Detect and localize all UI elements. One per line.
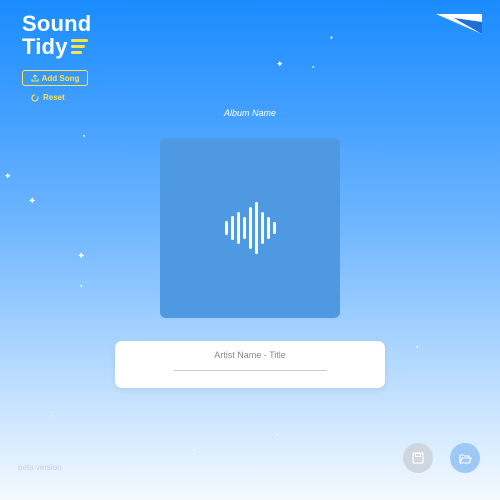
logo-bars-icon: [70, 39, 88, 57]
sparkle-decoration: ✦: [4, 171, 12, 181]
app-logo: Sound Tidy: [22, 12, 91, 58]
reset-icon: [31, 93, 39, 102]
album-cover[interactable]: [160, 138, 340, 318]
save-icon: [412, 452, 424, 464]
sparkle-decoration: ✦: [77, 251, 86, 262]
open-folder-button[interactable]: [450, 443, 480, 473]
album-name[interactable]: Album Name: [0, 108, 500, 118]
version-label: beta version: [18, 463, 62, 472]
sparkle-decoration: ●: [51, 413, 54, 418]
sparkle-decoration: ●: [416, 344, 419, 349]
sparkle-decoration: ●: [83, 133, 86, 138]
sparkle-decoration: ●: [80, 283, 83, 288]
sparkle-decoration: ●: [330, 35, 334, 41]
upload-icon: [31, 74, 39, 82]
add-song-button[interactable]: Add Song: [22, 70, 88, 86]
logo-text-sound: Sound: [22, 11, 92, 36]
folder-open-icon: [458, 453, 472, 464]
logo-text-tidy: Tidy: [22, 34, 68, 59]
reset-label: Reset: [43, 93, 65, 102]
sparkle-decoration: ●: [276, 432, 279, 437]
soundwave-icon: [224, 202, 276, 254]
save-button[interactable]: [403, 443, 433, 473]
corner-fold-icon: [436, 14, 482, 34]
track-title-card: Artist Name - Title: [115, 341, 385, 388]
sparkle-decoration: ●: [312, 64, 315, 69]
sparkle-decoration: ●: [193, 447, 196, 452]
sparkle-decoration: ✦: [276, 59, 284, 69]
reset-button[interactable]: Reset: [31, 93, 65, 102]
sparkle-decoration: ✦: [28, 196, 37, 207]
add-song-label: Add Song: [41, 73, 80, 83]
title-underline: [174, 370, 327, 371]
track-title-field[interactable]: Artist Name - Title: [115, 350, 385, 360]
